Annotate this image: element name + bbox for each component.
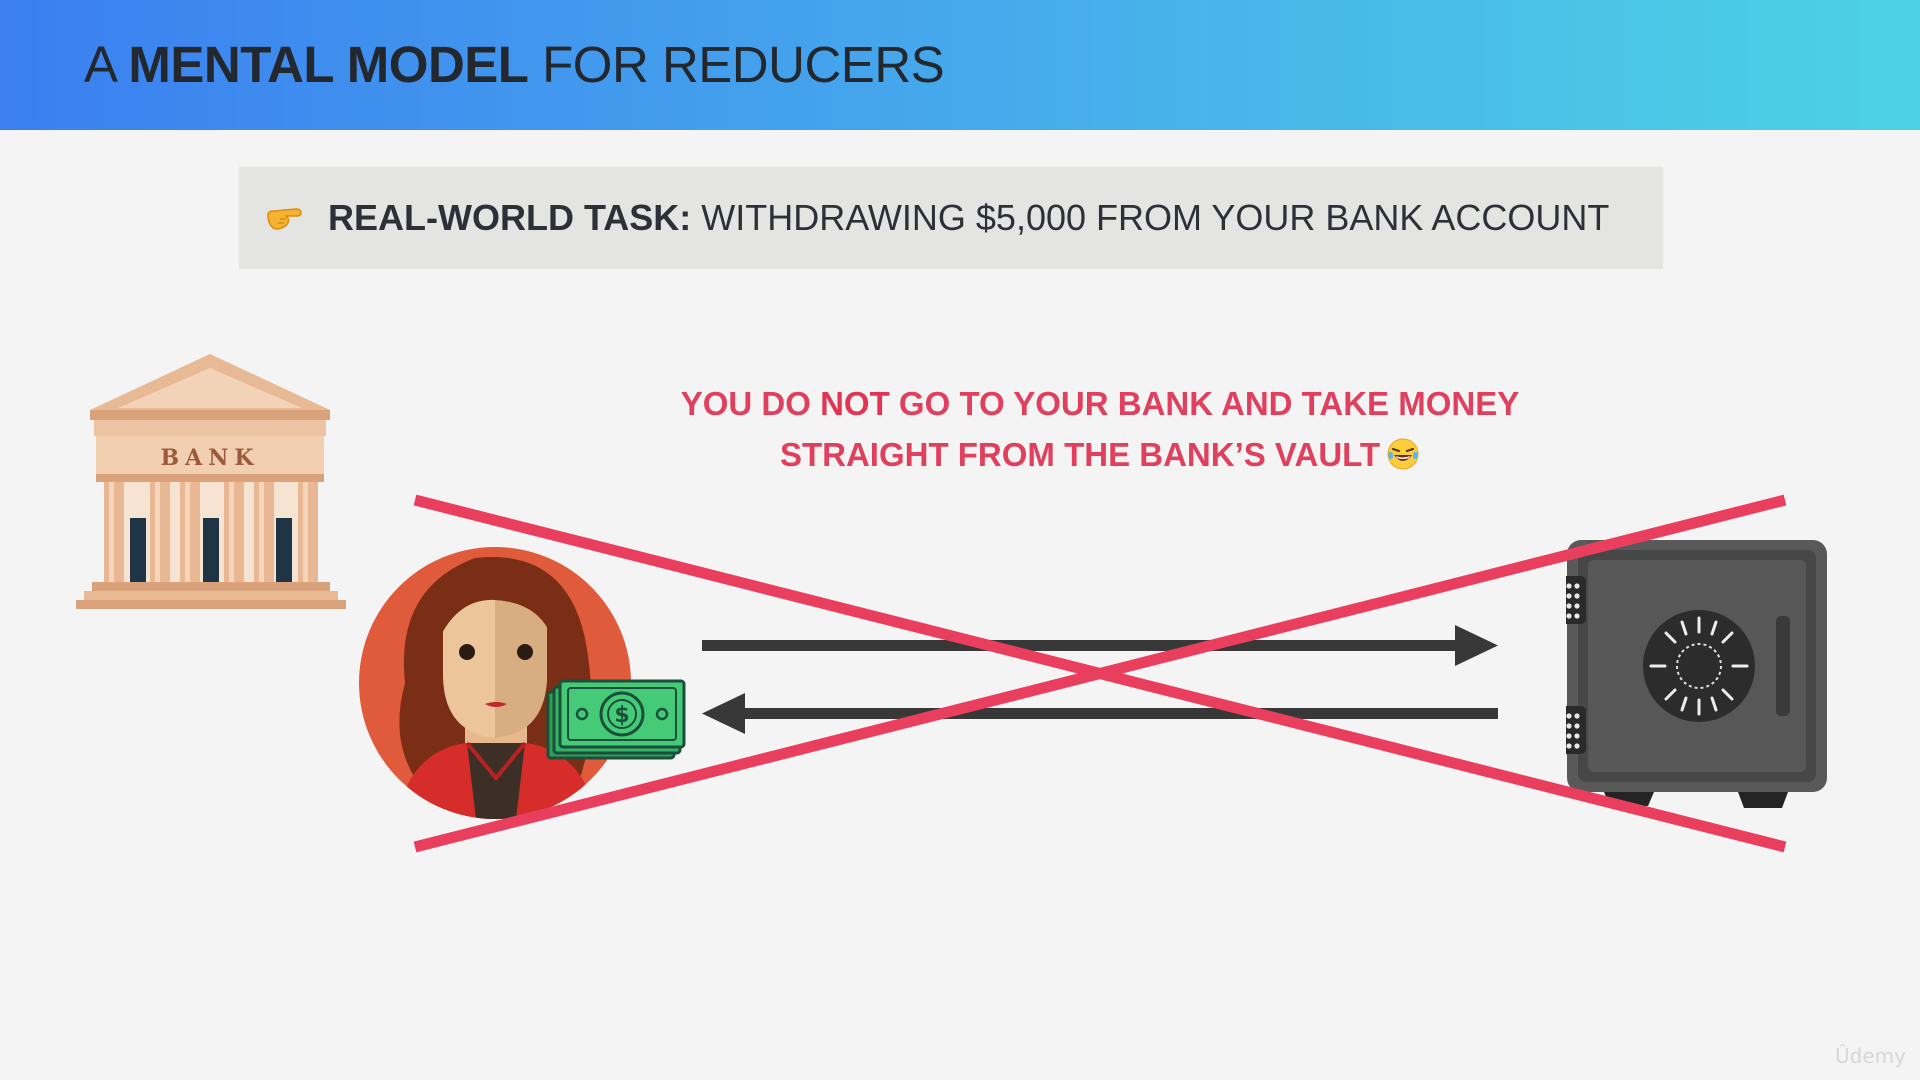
- task-banner: REAL-WORLD TASK: WITHDRAWING $5,000 FROM…: [239, 167, 1663, 269]
- title-bar: A MENTAL MODEL FOR REDUCERS: [0, 0, 1920, 130]
- red-cross-mark: [405, 490, 1795, 865]
- warning-headline: YOU DO NOT GO TO YOUR BANK AND TAKE MONE…: [680, 385, 1520, 473]
- task-text: REAL-WORLD TASK: WITHDRAWING $5,000 FROM…: [328, 197, 1609, 239]
- task-description: WITHDRAWING $5,000 FROM YOUR BANK ACCOUN…: [691, 197, 1610, 238]
- slide-title-bold: MENTAL MODEL: [128, 36, 529, 93]
- udemy-watermark: Ûdemy: [1835, 1044, 1906, 1068]
- slide-title: A MENTAL MODEL FOR REDUCERS: [84, 36, 945, 93]
- bank-building-icon: BANK: [76, 350, 346, 620]
- not-emphasis: NOT: [820, 385, 890, 422]
- task-label: REAL-WORLD TASK:: [328, 197, 692, 238]
- pointing-hand-icon: [266, 203, 306, 233]
- bank-sign: BANK: [161, 445, 260, 471]
- laughing-emoji-icon: [1386, 434, 1420, 470]
